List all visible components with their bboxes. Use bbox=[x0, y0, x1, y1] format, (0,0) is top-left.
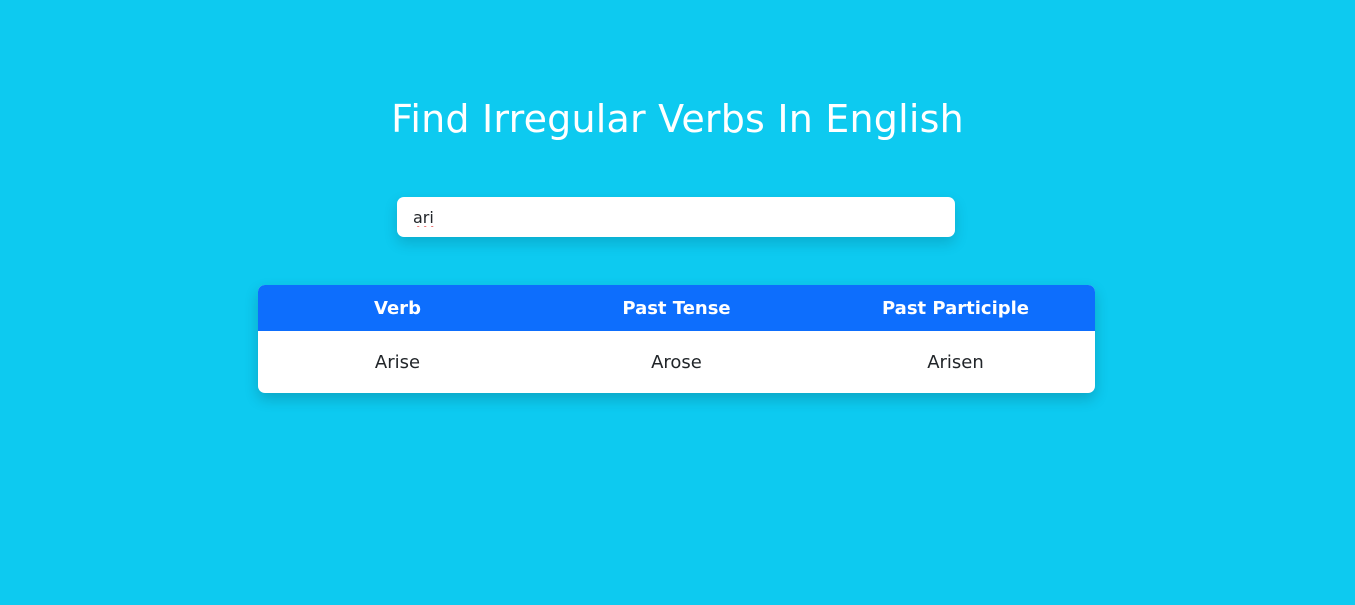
column-header-past-tense: Past Tense bbox=[622, 297, 731, 319]
cell-verb: Arise bbox=[374, 351, 421, 373]
table-body: Arise Arose Arisen bbox=[258, 331, 1095, 393]
table-header: Verb Past Tense Past Participle bbox=[258, 285, 1095, 331]
search-input[interactable] bbox=[397, 197, 955, 237]
table-header-row: Verb Past Tense Past Participle bbox=[258, 285, 1095, 331]
search-box bbox=[397, 197, 955, 237]
table-row: Arise Arose Arisen bbox=[258, 331, 1095, 393]
page-title: Find Irregular Verbs In English bbox=[391, 97, 964, 141]
verbs-table: Verb Past Tense Past Participle Arise Ar… bbox=[258, 285, 1095, 393]
column-header-past-participle: Past Participle bbox=[881, 297, 1030, 319]
verbs-table-card: Verb Past Tense Past Participle Arise Ar… bbox=[258, 285, 1095, 393]
cell-past-tense: Arose bbox=[651, 351, 702, 373]
cell-past-participle: Arisen bbox=[927, 351, 984, 373]
column-header-verb: Verb bbox=[374, 297, 421, 319]
